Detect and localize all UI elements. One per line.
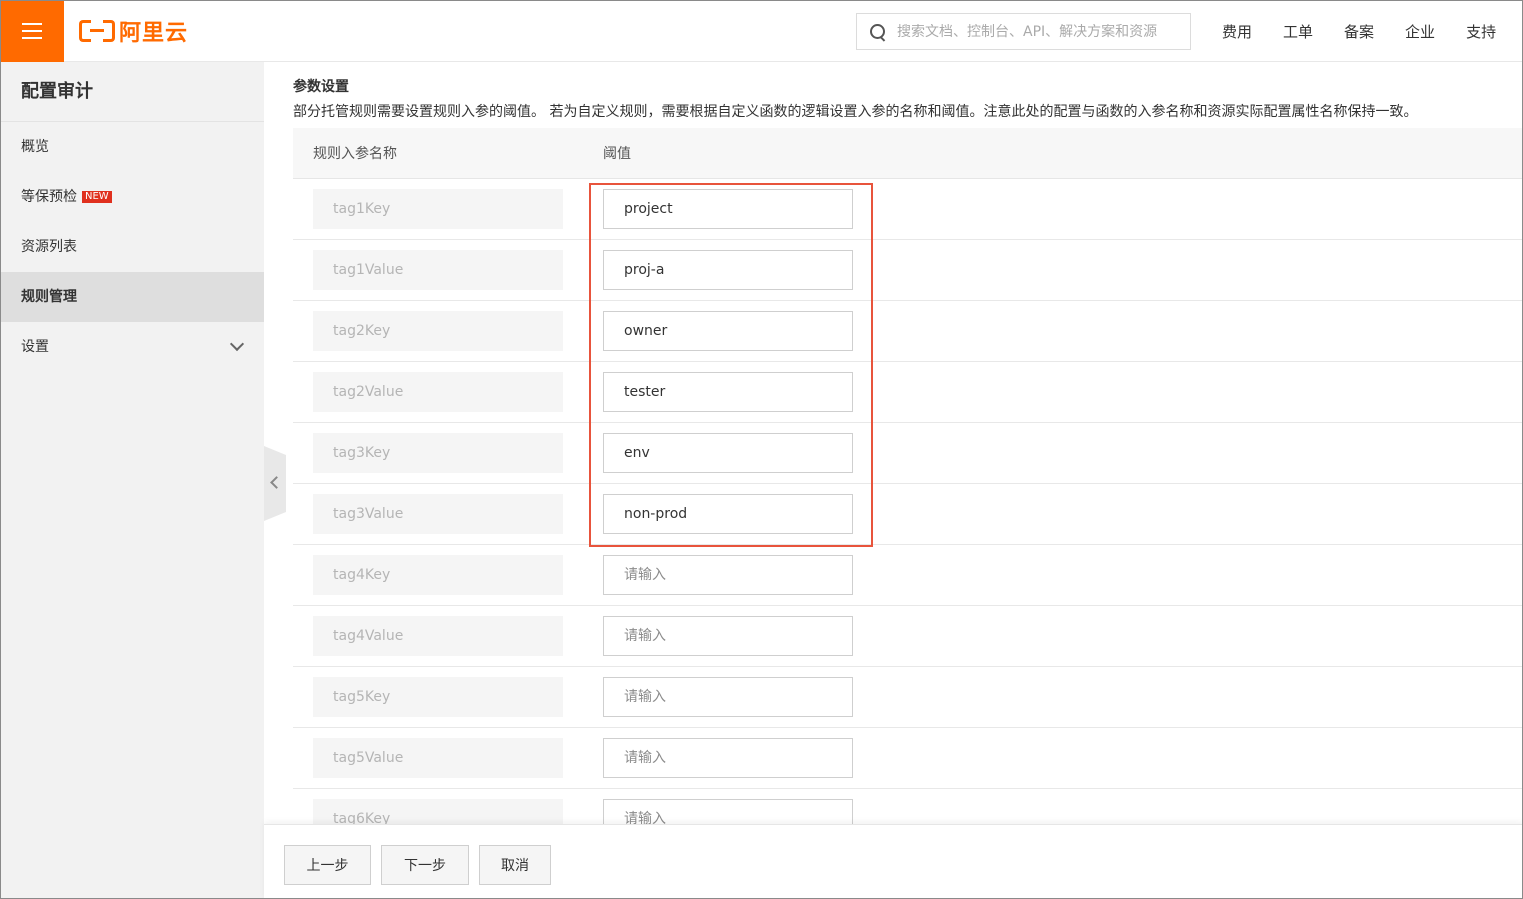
search-box[interactable] bbox=[856, 13, 1191, 50]
nav-icp-filing[interactable]: 备案 bbox=[1344, 21, 1374, 42]
section-description: 部分托管规则需要设置规则入参的阈值。 若为自定义规则，需要根据自定义函数的逻辑设… bbox=[293, 104, 1418, 120]
param-name-cell: tag2Value bbox=[293, 372, 583, 412]
threshold-input[interactable] bbox=[603, 799, 853, 824]
threshold-cell bbox=[583, 677, 853, 717]
param-name-field: tag2Key bbox=[313, 311, 563, 351]
threshold-input[interactable] bbox=[603, 738, 853, 778]
nav-fees[interactable]: 费用 bbox=[1222, 21, 1252, 42]
column-header-param-name: 规则入参名称 bbox=[313, 146, 397, 162]
threshold-input[interactable] bbox=[603, 372, 853, 412]
threshold-cell bbox=[583, 250, 853, 290]
threshold-cell bbox=[583, 372, 853, 412]
table-row: tag3Key bbox=[293, 423, 1523, 484]
threshold-cell bbox=[583, 738, 853, 778]
nav-support[interactable]: 支持 bbox=[1466, 21, 1496, 42]
param-name-cell: tag1Key bbox=[293, 189, 583, 229]
footer-actions: 上一步 下一步 取消 bbox=[264, 824, 1523, 899]
threshold-input[interactable] bbox=[603, 433, 853, 473]
column-header-threshold: 阈值 bbox=[603, 146, 631, 162]
aliyun-logo-mark-icon bbox=[79, 20, 115, 42]
threshold-cell bbox=[583, 433, 853, 473]
main-content: 参数设置 部分托管规则需要设置规则入参的阈值。 若为自定义规则，需要根据自定义函… bbox=[264, 62, 1523, 824]
param-name-cell: tag2Key bbox=[293, 311, 583, 351]
sidebar: 配置审计 概览 等保预检 NEW 资源列表 规则管理 设置 bbox=[0, 62, 264, 899]
param-name-field: tag4Key bbox=[313, 555, 563, 595]
sidebar-item-rule-management[interactable]: 规则管理 bbox=[0, 272, 264, 322]
cancel-button[interactable]: 取消 bbox=[479, 845, 551, 885]
sidebar-item-compliance-precheck[interactable]: 等保预检 NEW bbox=[0, 172, 264, 222]
threshold-cell bbox=[583, 494, 853, 534]
threshold-input[interactable] bbox=[603, 189, 853, 229]
param-name-field: tag5Key bbox=[313, 677, 563, 717]
table-row: tag6Key bbox=[293, 789, 1523, 824]
threshold-input[interactable] bbox=[603, 311, 853, 351]
new-badge: NEW bbox=[82, 191, 112, 203]
param-name-cell: tag3Key bbox=[293, 433, 583, 473]
param-name-cell: tag6Key bbox=[293, 799, 583, 824]
param-name-field: tag1Value bbox=[313, 250, 563, 290]
table-row: tag4Key bbox=[293, 545, 1523, 606]
search-icon bbox=[869, 23, 887, 41]
table-row: tag1Key bbox=[293, 179, 1523, 240]
param-name-field: tag3Value bbox=[313, 494, 563, 534]
table-row: tag5Key bbox=[293, 667, 1523, 728]
table-row: tag3Value bbox=[293, 484, 1523, 545]
params-table: 规则入参名称 阈值 tag1Key tag1Value tag2Key tag2Val… bbox=[293, 128, 1523, 824]
param-name-field: tag1Key bbox=[313, 189, 563, 229]
param-name-field: tag5Value bbox=[313, 738, 563, 778]
sidebar-item-label: 设置 bbox=[21, 339, 49, 355]
threshold-cell bbox=[583, 799, 853, 824]
aliyun-logo[interactable]: 阿里云 bbox=[79, 17, 189, 46]
sidebar-item-settings[interactable]: 设置 bbox=[0, 322, 264, 372]
threshold-input[interactable] bbox=[603, 616, 853, 656]
table-row: tag2Value bbox=[293, 362, 1523, 423]
nav-enterprise[interactable]: 企业 bbox=[1405, 21, 1435, 42]
sidebar-item-label: 资源列表 bbox=[21, 239, 77, 255]
top-bar: 阿里云 费用 工单 备案 企业 支持 bbox=[0, 0, 1523, 62]
param-name-cell: tag3Value bbox=[293, 494, 583, 534]
nav-tickets[interactable]: 工单 bbox=[1283, 21, 1313, 42]
threshold-input[interactable] bbox=[603, 677, 853, 717]
threshold-input[interactable] bbox=[603, 494, 853, 534]
param-name-cell: tag1Value bbox=[293, 250, 583, 290]
sidebar-item-resource-list[interactable]: 资源列表 bbox=[0, 222, 264, 272]
param-name-cell: tag5Key bbox=[293, 677, 583, 717]
top-nav: 费用 工单 备案 企业 支持 bbox=[1222, 0, 1496, 62]
previous-step-button[interactable]: 上一步 bbox=[284, 845, 371, 885]
param-name-cell: tag5Value bbox=[293, 738, 583, 778]
next-step-button[interactable]: 下一步 bbox=[381, 845, 469, 885]
search-input[interactable] bbox=[897, 23, 1177, 40]
table-row: tag1Value bbox=[293, 240, 1523, 301]
sidebar-title: 配置审计 bbox=[0, 62, 264, 122]
sidebar-item-label: 等保预检 bbox=[21, 189, 77, 205]
sidebar-item-overview[interactable]: 概览 bbox=[0, 122, 264, 172]
param-name-field: tag6Key bbox=[313, 799, 563, 824]
param-name-cell: tag4Key bbox=[293, 555, 583, 595]
param-name-field: tag2Value bbox=[313, 372, 563, 412]
threshold-cell bbox=[583, 189, 853, 229]
param-name-field: tag4Value bbox=[313, 616, 563, 656]
threshold-input[interactable] bbox=[603, 555, 853, 595]
menu-icon[interactable] bbox=[0, 0, 64, 62]
table-body: tag1Key tag1Value tag2Key tag2Value tag3Key t… bbox=[293, 179, 1523, 824]
threshold-input[interactable] bbox=[603, 250, 853, 290]
param-name-field: tag3Key bbox=[313, 433, 563, 473]
chevron-down-icon bbox=[229, 336, 245, 352]
table-row: tag4Value bbox=[293, 606, 1523, 667]
threshold-cell bbox=[583, 311, 853, 351]
threshold-cell bbox=[583, 555, 853, 595]
sidebar-item-label: 规则管理 bbox=[21, 289, 77, 305]
section-title: 参数设置 bbox=[293, 79, 349, 95]
table-row: tag2Key bbox=[293, 301, 1523, 362]
param-name-cell: tag4Value bbox=[293, 616, 583, 656]
threshold-cell bbox=[583, 616, 853, 656]
logo-text: 阿里云 bbox=[119, 21, 189, 46]
sidebar-item-label: 概览 bbox=[21, 139, 49, 155]
table-header: 规则入参名称 阈值 bbox=[293, 128, 1523, 179]
table-row: tag5Value bbox=[293, 728, 1523, 789]
